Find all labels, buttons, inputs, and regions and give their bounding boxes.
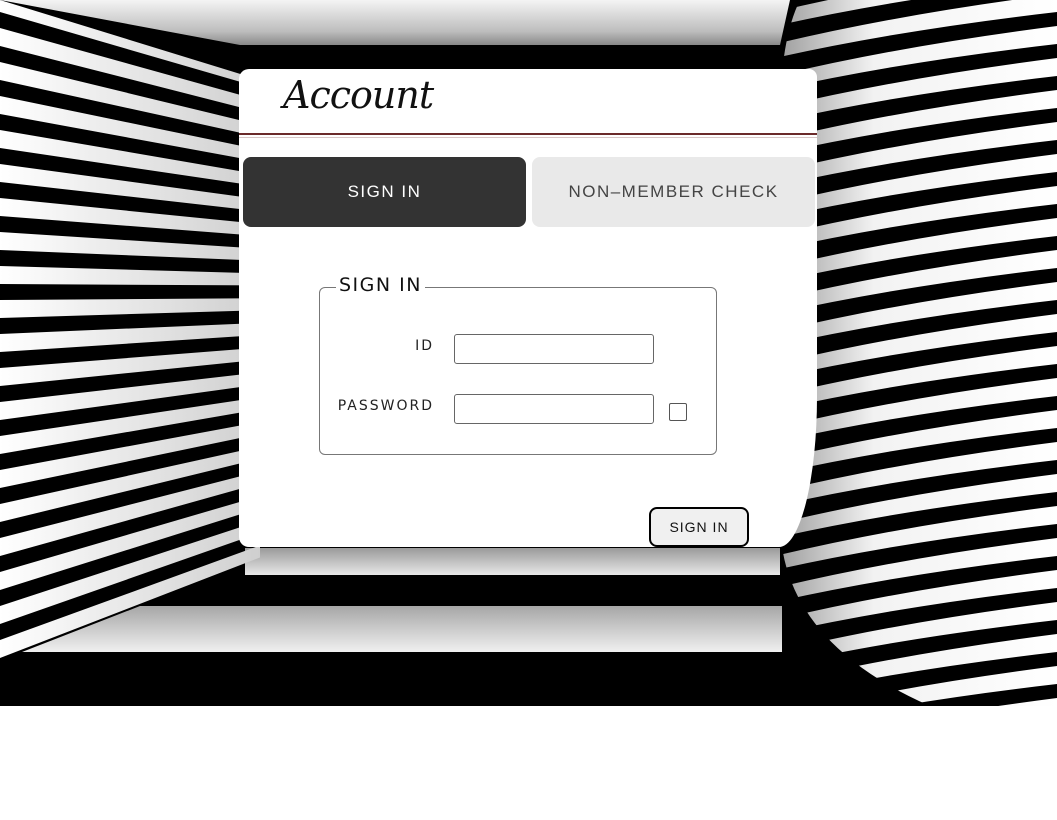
sign-in-fieldset: SIGN IN ID PASSWORD bbox=[319, 274, 717, 455]
id-field[interactable] bbox=[454, 334, 654, 364]
tab-sign-in[interactable]: SIGN IN bbox=[243, 157, 526, 227]
tab-non-member-check[interactable]: NON–MEMBER CHECK bbox=[532, 157, 815, 227]
account-panel: Account SIGN IN NON–MEMBER CHECK SIGN IN… bbox=[239, 69, 817, 547]
sign-in-button[interactable]: SIGN IN bbox=[649, 507, 749, 547]
fieldset-legend: SIGN IN bbox=[336, 274, 425, 296]
remember-checkbox[interactable] bbox=[669, 403, 687, 421]
password-field[interactable] bbox=[454, 394, 654, 424]
page-title: Account bbox=[283, 73, 434, 117]
password-label: PASSWORD bbox=[337, 398, 434, 414]
id-label: ID bbox=[415, 338, 434, 354]
panel-header: Account bbox=[239, 69, 817, 138]
